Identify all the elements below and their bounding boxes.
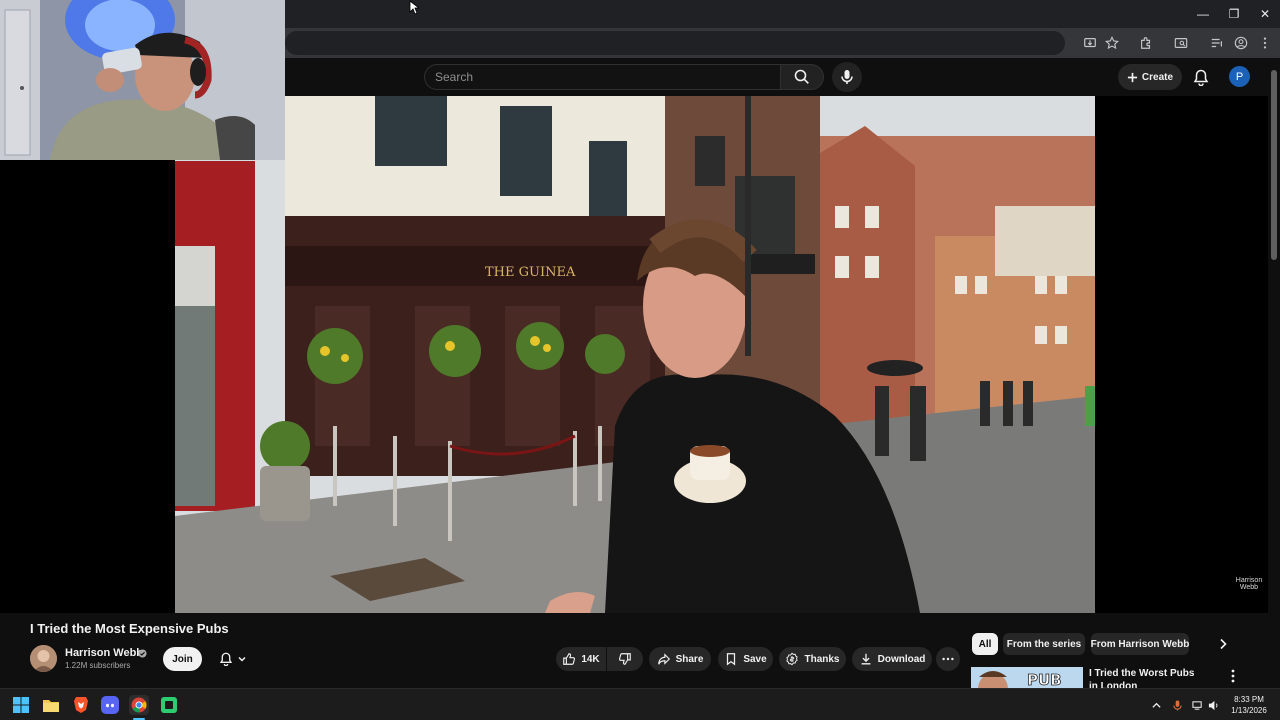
show-hidden-icons-chevron-icon[interactable] <box>1149 698 1163 712</box>
notification-settings-button[interactable] <box>208 647 257 671</box>
share-button[interactable]: Share <box>649 647 711 671</box>
bell-icon <box>1193 69 1209 86</box>
thumbnail-text: PUB <box>1027 671 1062 689</box>
video-frame-scene: THE GUINEA <box>175 96 1095 613</box>
like-button[interactable]: 14K <box>556 647 606 671</box>
more-vertical-icon <box>1231 669 1235 683</box>
webcam-feed <box>0 0 285 160</box>
chevron-right-icon <box>1220 638 1227 650</box>
download-label: Download <box>877 653 926 665</box>
chips-next-button[interactable] <box>1213 634 1233 654</box>
microphone-tray-icon[interactable] <box>1170 698 1184 712</box>
minimize-button[interactable]: — <box>1187 0 1219 28</box>
plus-icon <box>1127 72 1138 82</box>
account-avatar[interactable]: P <box>1229 66 1250 87</box>
like-count: 14K <box>581 653 600 665</box>
download-icon <box>861 653 870 665</box>
super-thanks-icon <box>786 652 799 666</box>
extensions-puzzle-icon[interactable] <box>1137 34 1155 52</box>
dislike-button[interactable] <box>607 647 643 671</box>
verified-badge-icon <box>138 649 147 658</box>
save-button[interactable]: Save <box>718 647 773 671</box>
more-actions-button[interactable] <box>936 647 960 671</box>
close-window-button[interactable]: ✕ <box>1249 0 1280 28</box>
chip-all[interactable]: All <box>972 633 998 655</box>
address-bar[interactable] <box>285 31 1065 55</box>
media-controls-icon[interactable] <box>1208 34 1226 52</box>
page-scrollbar[interactable] <box>1268 58 1280 688</box>
recommendation-thumbnail-image: PUB <box>971 667 1083 689</box>
chrome-icon[interactable] <box>129 695 149 715</box>
recommendation-thumbnail[interactable]: PUB <box>971 667 1083 689</box>
channel-name[interactable]: Harrison Webb <box>65 647 143 659</box>
clock-date: 1/13/2026 <box>1231 706 1267 715</box>
chevron-down-icon <box>237 656 246 662</box>
thanks-label: Thanks <box>804 653 840 665</box>
windows-start-icon[interactable] <box>11 695 31 715</box>
create-label: Create <box>1141 71 1174 83</box>
thumbs-down-icon <box>618 653 631 665</box>
channel-avatar-image <box>30 645 57 672</box>
media-app-icon[interactable] <box>159 695 179 715</box>
file-explorer-icon[interactable] <box>41 695 61 715</box>
network-icon[interactable] <box>1190 698 1204 712</box>
microphone-icon <box>841 70 853 84</box>
tab-search-icon[interactable] <box>1172 34 1190 52</box>
search-button[interactable] <box>780 64 824 90</box>
chip-from-series[interactable]: From the series <box>1003 633 1085 655</box>
bell-icon <box>219 652 232 666</box>
recommendation-menu-button[interactable] <box>1226 667 1240 685</box>
storefront-sign: THE GUINEA <box>485 265 576 280</box>
mouse-cursor-icon <box>409 0 419 15</box>
share-icon <box>657 653 670 665</box>
more-horizontal-icon <box>942 657 954 661</box>
bookmark-star-icon[interactable] <box>1103 34 1121 52</box>
thanks-button[interactable]: Thanks <box>779 647 846 671</box>
clock-time: 8:33 PM <box>1234 695 1264 704</box>
thumbs-up-icon <box>563 653 576 665</box>
brave-browser-icon[interactable] <box>71 695 91 715</box>
install-app-icon[interactable] <box>1081 34 1099 52</box>
download-button[interactable]: Download <box>852 647 932 671</box>
join-button[interactable]: Join <box>163 647 202 671</box>
scroll-thumb[interactable] <box>1271 70 1277 260</box>
chip-from-channel[interactable]: From Harrison Webb <box>1091 633 1189 655</box>
video-frame[interactable]: THE GUINEA <box>175 96 1095 613</box>
share-label: Share <box>675 653 704 665</box>
browser-menu-icon[interactable] <box>1256 34 1274 52</box>
discord-icon[interactable] <box>100 695 120 715</box>
search-input[interactable] <box>425 65 780 89</box>
save-label: Save <box>743 653 767 665</box>
bookmark-icon <box>727 653 736 666</box>
windows-taskbar: 8:33 PM 1/13/2026 <box>0 688 1280 720</box>
notifications-button[interactable] <box>1189 65 1213 89</box>
channel-avatar[interactable] <box>30 645 57 672</box>
search-icon <box>794 69 809 84</box>
voice-search-button[interactable] <box>832 62 862 92</box>
volume-icon[interactable] <box>1206 698 1220 712</box>
video-player[interactable]: THE GUINEA <box>0 96 1268 613</box>
profile-icon[interactable] <box>1232 34 1250 52</box>
create-button[interactable]: Create <box>1118 64 1182 90</box>
recommendation-title[interactable]: I Tried the Worst Pubs in London <box>1089 667 1199 688</box>
video-title: I Tried the Most Expensive Pubs <box>30 621 229 636</box>
taskbar-clock[interactable]: 8:33 PM 1/13/2026 <box>1224 694 1274 716</box>
subscriber-count: 1.22M subscribers <box>65 661 131 670</box>
webcam-overlay <box>0 0 285 160</box>
search-box[interactable] <box>424 64 780 90</box>
restore-button[interactable]: ❐ <box>1218 0 1250 28</box>
